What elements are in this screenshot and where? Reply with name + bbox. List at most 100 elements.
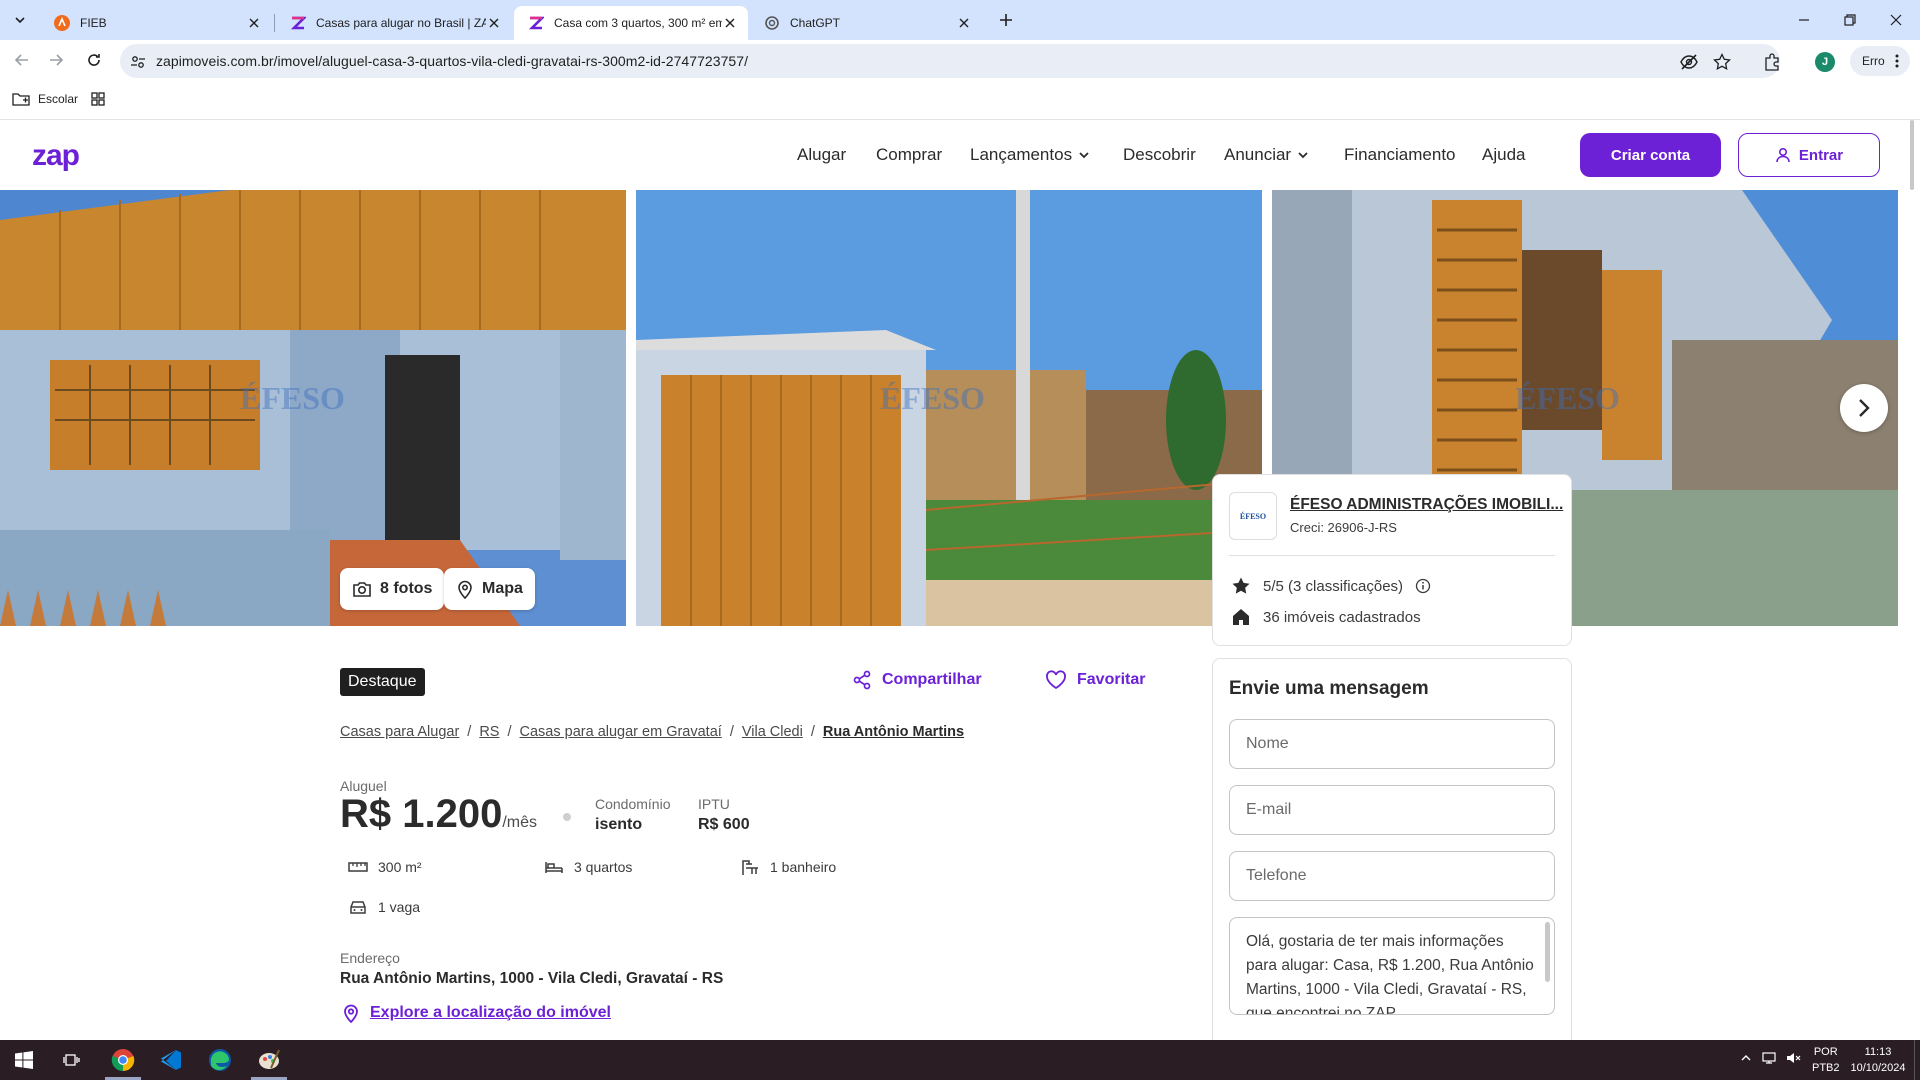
- volume-muted-icon[interactable]: [1786, 1051, 1802, 1065]
- eye-off-icon[interactable]: [1680, 53, 1698, 71]
- map-button[interactable]: Mapa: [444, 568, 535, 610]
- message-textarea[interactable]: Olá, gostaria de ter mais informações pa…: [1229, 917, 1555, 1015]
- create-account-button[interactable]: Criar conta: [1580, 133, 1721, 177]
- agency-name-link[interactable]: ÉFESO ADMINISTRAÇÕES IMOBILI...: [1290, 496, 1563, 514]
- breadcrumb-item[interactable]: RS: [479, 724, 499, 740]
- info-icon[interactable]: [1415, 578, 1431, 594]
- keyboard-language[interactable]: POR PTB2: [1812, 1044, 1840, 1076]
- browser-error-menu[interactable]: Erro: [1850, 46, 1910, 76]
- tab-search-button[interactable]: [4, 4, 36, 36]
- extensions-icon[interactable]: [1763, 53, 1781, 71]
- browser-tab-zap-casas[interactable]: Casas para alugar no Brasil | ZAP: [276, 6, 512, 40]
- close-tab-icon[interactable]: [486, 15, 502, 31]
- contact-form-title: Envie uma mensagem: [1229, 678, 1429, 699]
- ruler-icon: [348, 862, 368, 872]
- taskbar-vscode[interactable]: [147, 1040, 195, 1080]
- close-window-button[interactable]: [1880, 4, 1912, 36]
- favorite-button[interactable]: Favoritar: [1045, 670, 1145, 690]
- fieb-favicon-icon: [54, 15, 70, 31]
- share-label: Compartilhar: [882, 671, 982, 688]
- agency-logo[interactable]: ÉFESO: [1229, 492, 1277, 540]
- clock-time: 11:13: [1864, 1046, 1892, 1058]
- browser-tab-fieb[interactable]: FIEB: [40, 6, 272, 40]
- textarea-scrollbar[interactable]: [1545, 922, 1550, 982]
- nav-label: Comprar: [876, 145, 943, 164]
- language-code: POR: [1813, 1046, 1838, 1058]
- email-input[interactable]: E-mail: [1229, 785, 1555, 835]
- user-icon: [1776, 147, 1790, 163]
- restore-window-button[interactable]: [1834, 4, 1866, 36]
- minimize-window-button[interactable]: [1788, 4, 1820, 36]
- chevron-right-icon: [1859, 399, 1870, 417]
- arrow-left-icon: [14, 54, 28, 66]
- forward-button[interactable]: [40, 44, 72, 76]
- nav-alugar[interactable]: Alugar: [797, 145, 846, 165]
- system-clock[interactable]: 11:13 10/10/2024: [1848, 1044, 1908, 1076]
- nav-comprar[interactable]: Comprar: [876, 145, 942, 165]
- browser-tab-chatgpt[interactable]: ChatGPT: [750, 6, 982, 40]
- tab-title: ChatGPT: [790, 16, 841, 30]
- reload-button[interactable]: [78, 44, 110, 76]
- explore-label: Explore a localização do imóvel: [370, 1004, 611, 1021]
- explore-location-link[interactable]: Explore a localização do imóvel: [342, 1003, 611, 1023]
- close-tab-icon[interactable]: [956, 15, 972, 31]
- nav-ajuda[interactable]: Ajuda: [1482, 145, 1525, 165]
- favorite-label: Favoritar: [1077, 671, 1146, 688]
- breadcrumb-item[interactable]: Casas para Alugar: [340, 724, 459, 740]
- map-pin-icon: [458, 580, 472, 599]
- clock-date: 10/10/2024: [1850, 1062, 1906, 1074]
- bookmark-star-icon[interactable]: [1713, 53, 1731, 71]
- zap-logo[interactable]: zap: [32, 139, 80, 173]
- windows-start-button[interactable]: [0, 1040, 48, 1080]
- tray-chevron-up-icon[interactable]: [1740, 1052, 1752, 1064]
- tab-title: Casas para alugar no Brasil | ZAP: [316, 16, 486, 30]
- nav-anunciar[interactable]: Anunciar: [1224, 145, 1309, 165]
- house-icon: [1233, 609, 1249, 625]
- price-suffix: /mês: [502, 814, 538, 831]
- close-tab-icon[interactable]: [246, 15, 262, 31]
- bookmark-escolar[interactable]: Escolar: [12, 92, 78, 106]
- paint-palette-icon: [259, 1049, 280, 1069]
- nav-descobrir[interactable]: Descobrir: [1123, 145, 1196, 165]
- breadcrumb-separator: /: [729, 724, 734, 740]
- minimize-icon: [1799, 19, 1809, 21]
- new-tab-button[interactable]: [990, 4, 1022, 36]
- back-button[interactable]: [6, 44, 38, 76]
- task-view-button[interactable]: [48, 1040, 96, 1080]
- photos-button[interactable]: 8 fotos: [340, 568, 445, 610]
- page-scrollbar-thumb[interactable]: [1910, 120, 1914, 190]
- next-photo-button[interactable]: [1840, 384, 1888, 432]
- browser-tab-listing[interactable]: Casa com 3 quartos, 300 m² em: [514, 6, 748, 40]
- apps-grid-icon[interactable]: [91, 92, 105, 106]
- map-label: Mapa: [482, 580, 523, 597]
- zap-favicon-icon: [528, 15, 544, 31]
- name-input[interactable]: Nome: [1229, 719, 1555, 769]
- phone-input[interactable]: Telefone: [1229, 851, 1555, 901]
- url-text[interactable]: zapimoveis.com.br/imovel/aluguel-casa-3-…: [156, 53, 748, 69]
- zap-favicon-icon: [290, 15, 306, 31]
- nav-lancamentos[interactable]: Lançamentos: [970, 145, 1090, 165]
- price-value: R$ 1.200: [340, 792, 503, 836]
- listings-text: 36 imóveis cadastrados: [1263, 608, 1421, 626]
- taskbar-paint[interactable]: [245, 1040, 293, 1080]
- breadcrumb-current[interactable]: Rua Antônio Martins: [823, 724, 964, 740]
- breadcrumb-item[interactable]: Casas para alugar em Gravataí: [520, 724, 722, 740]
- network-icon[interactable]: [1762, 1051, 1778, 1065]
- condo-label: Condomínio: [595, 796, 671, 812]
- show-desktop-button[interactable]: [1914, 1040, 1920, 1080]
- feature-area: 300 m²: [348, 859, 422, 875]
- breadcrumb-separator: /: [467, 724, 472, 740]
- login-button[interactable]: Entrar: [1738, 133, 1880, 177]
- feature-text: 3 quartos: [574, 859, 633, 875]
- profile-avatar[interactable]: J: [1815, 52, 1835, 72]
- site-info-icon[interactable]: [130, 54, 146, 70]
- share-button[interactable]: Compartilhar: [852, 670, 982, 690]
- taskbar-edge[interactable]: [196, 1040, 244, 1080]
- share-icon: [853, 670, 871, 690]
- taskbar-chrome[interactable]: [99, 1040, 147, 1080]
- close-icon: [1890, 14, 1902, 26]
- nav-financiamento[interactable]: Financiamento: [1344, 145, 1456, 165]
- close-tab-icon[interactable]: [722, 15, 738, 31]
- breadcrumb-item[interactable]: Vila Cledi: [742, 724, 803, 740]
- agency-creci: Creci: 26906-J-RS: [1290, 520, 1397, 535]
